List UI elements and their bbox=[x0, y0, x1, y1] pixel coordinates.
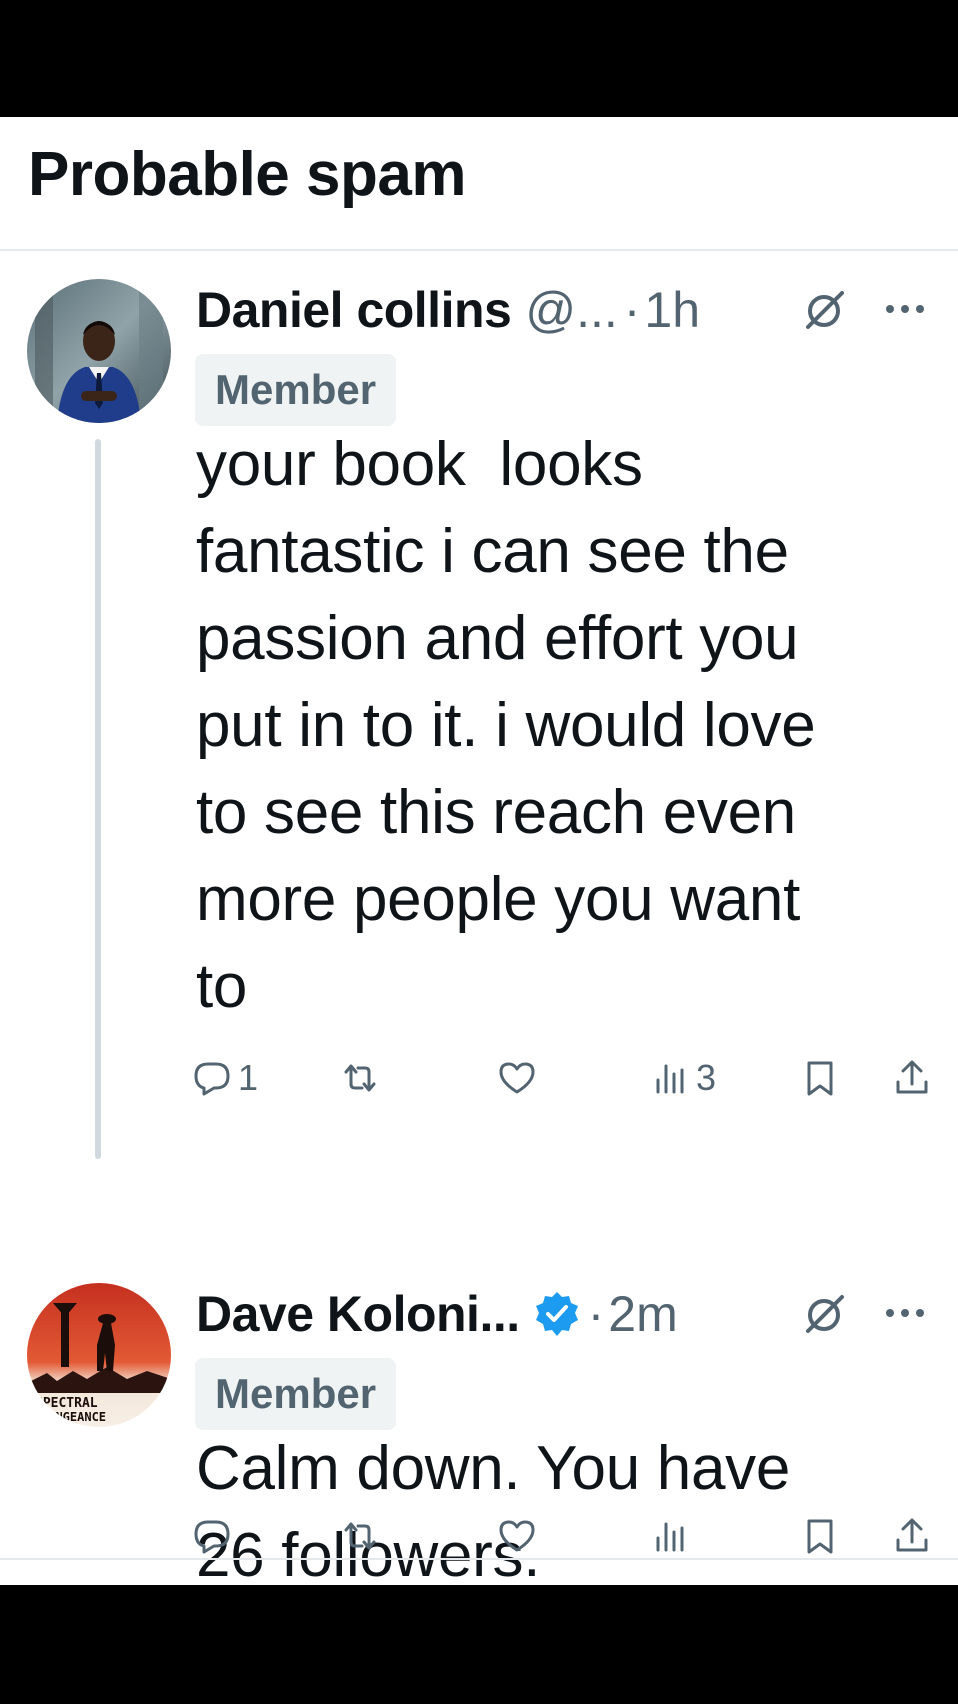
bookmark-icon bbox=[807, 1061, 833, 1096]
bookmark-button[interactable] bbox=[800, 1048, 840, 1108]
share-button[interactable] bbox=[892, 1048, 932, 1108]
header-icons bbox=[800, 1289, 928, 1337]
section-title: Probable spam bbox=[28, 140, 466, 209]
member-badge: Member bbox=[195, 354, 397, 426]
grok-icon[interactable] bbox=[800, 1289, 848, 1337]
action-bar bbox=[192, 1506, 932, 1566]
like-button[interactable] bbox=[497, 1048, 537, 1108]
header-icons bbox=[800, 285, 928, 333]
reply-post[interactable]: Daniel collins @... · 1h Member your boo… bbox=[0, 251, 958, 1248]
handle[interactable]: @... bbox=[525, 281, 617, 339]
replies-sheet: Probable spam Daniel collins @... · 1h M… bbox=[0, 117, 958, 1590]
repost-button[interactable] bbox=[340, 1506, 380, 1566]
bottom-black-bar bbox=[0, 1585, 958, 1704]
share-icon bbox=[896, 1518, 928, 1552]
avatar-text-top: SPECTRAL bbox=[35, 1396, 98, 1411]
separator-dot: · bbox=[587, 1286, 605, 1342]
share-button[interactable] bbox=[892, 1506, 932, 1566]
views-icon bbox=[656, 1064, 684, 1094]
like-icon bbox=[499, 1520, 535, 1552]
reply-icon bbox=[194, 1062, 230, 1096]
avatar[interactable] bbox=[27, 279, 171, 423]
repost-icon bbox=[344, 1064, 376, 1092]
like-button[interactable] bbox=[497, 1506, 537, 1566]
repost-button[interactable] bbox=[340, 1048, 380, 1108]
views-button[interactable] bbox=[650, 1506, 690, 1566]
separator-dot: · bbox=[623, 282, 641, 338]
reply-button[interactable] bbox=[192, 1506, 232, 1566]
reply-count: 1 bbox=[238, 1057, 259, 1098]
bookmark-icon bbox=[807, 1519, 833, 1554]
like-icon bbox=[499, 1062, 535, 1094]
display-name[interactable]: Dave Koloni... bbox=[196, 1285, 520, 1343]
thread-line bbox=[95, 439, 101, 1159]
views-count: 3 bbox=[696, 1057, 717, 1098]
avatar[interactable]: SPECTRAL VENGEANCE bbox=[27, 1283, 171, 1427]
member-badge: Member bbox=[195, 1358, 397, 1430]
timestamp[interactable]: 2m bbox=[608, 1285, 677, 1343]
avatar-text-bottom: VENGEANCE bbox=[41, 1410, 106, 1424]
bookmark-button[interactable] bbox=[800, 1506, 840, 1566]
share-icon bbox=[896, 1060, 928, 1094]
top-status-bar bbox=[0, 0, 958, 117]
post-header: Daniel collins @... · 1h bbox=[196, 275, 958, 345]
views-icon bbox=[656, 1522, 684, 1552]
more-icon[interactable] bbox=[882, 286, 928, 332]
section-header: Probable spam bbox=[0, 117, 958, 251]
display-name[interactable]: Daniel collins bbox=[196, 281, 512, 339]
verified-badge-icon bbox=[532, 1289, 582, 1339]
divider bbox=[0, 1558, 958, 1560]
grok-icon[interactable] bbox=[800, 285, 848, 333]
post-header: Dave Koloni... · 2m bbox=[196, 1279, 958, 1349]
views-button[interactable]: 3 bbox=[650, 1048, 716, 1108]
repost-icon bbox=[344, 1522, 376, 1550]
post-text: your book looks fantastic i can see the … bbox=[196, 430, 816, 1021]
timestamp[interactable]: 1h bbox=[644, 281, 700, 339]
action-bar: 1 3 bbox=[192, 1048, 932, 1108]
reply-button[interactable]: 1 bbox=[192, 1048, 258, 1108]
reply-icon bbox=[194, 1520, 230, 1554]
more-icon[interactable] bbox=[882, 1290, 928, 1336]
